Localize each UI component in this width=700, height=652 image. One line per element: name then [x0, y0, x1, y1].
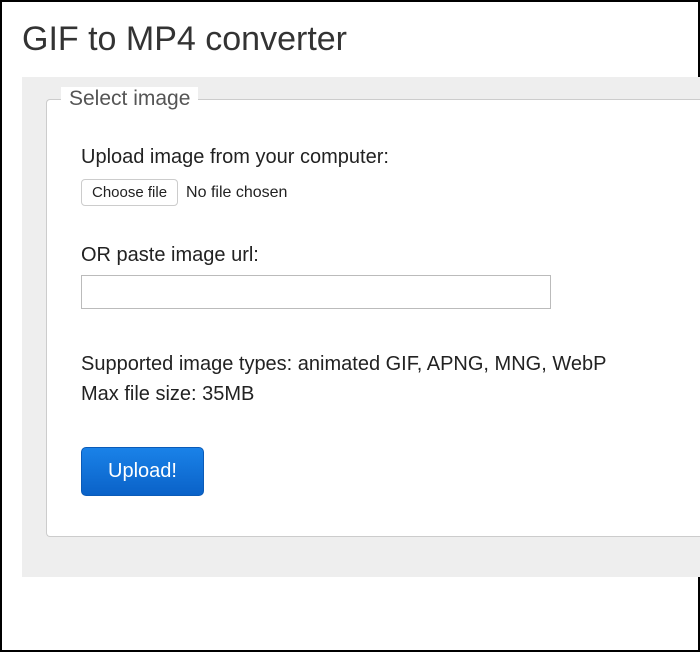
file-chosen-status: No file chosen [186, 184, 287, 202]
supported-types-text: Supported image types: animated GIF, APN… [81, 349, 698, 379]
image-url-input[interactable] [81, 275, 551, 309]
info-text: Supported image types: animated GIF, APN… [81, 349, 698, 409]
upload-from-computer-label: Upload image from your computer: [81, 146, 698, 169]
file-input-row: Choose file No file chosen [81, 179, 698, 206]
fieldset-legend: Select image [61, 87, 198, 111]
choose-file-button[interactable]: Choose file [81, 179, 178, 206]
page-title: GIF to MP4 converter [2, 2, 698, 77]
upload-button[interactable]: Upload! [81, 447, 204, 496]
select-image-fieldset: Select image Upload image from your comp… [46, 99, 700, 537]
paste-url-label: OR paste image url: [81, 244, 698, 267]
form-panel: Select image Upload image from your comp… [22, 77, 700, 577]
max-file-size-text: Max file size: 35MB [81, 379, 698, 409]
